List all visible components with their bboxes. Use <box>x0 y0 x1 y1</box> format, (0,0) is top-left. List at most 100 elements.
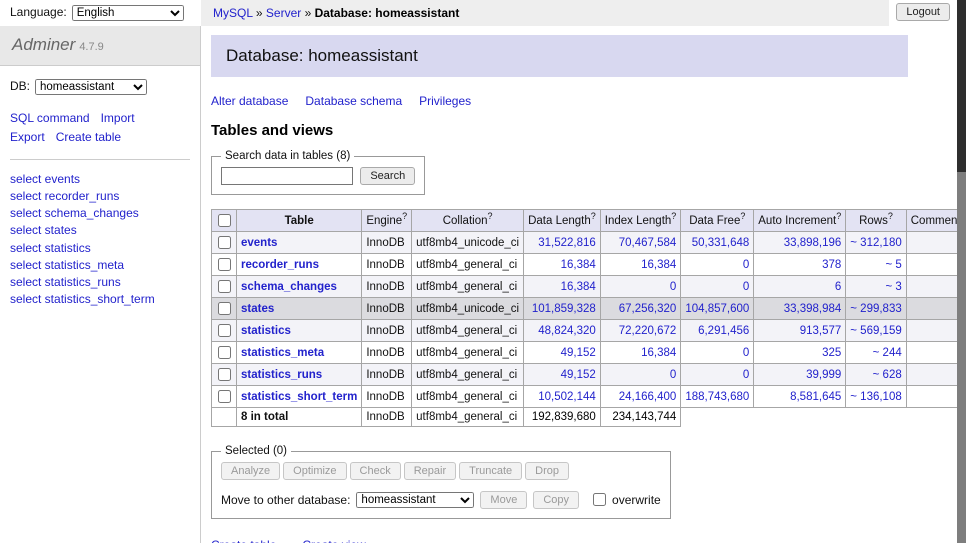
search-button[interactable]: Search <box>360 167 415 185</box>
scrollbar-thumb[interactable] <box>957 0 966 172</box>
column-help-icon[interactable]: ? <box>402 211 407 221</box>
cell-data-free[interactable]: 0 <box>681 364 754 386</box>
language-select[interactable]: English <box>72 5 184 21</box>
create-table-link[interactable]: Create table <box>211 538 276 543</box>
bulk-drop-button[interactable]: Drop <box>525 462 569 480</box>
column-help-icon[interactable]: ? <box>740 211 745 221</box>
sidebar-select-statistics-meta[interactable]: select statistics_meta <box>10 257 190 274</box>
sidebar-action-import[interactable]: Import <box>101 111 135 125</box>
sidebar-select-recorder-runs[interactable]: select recorder_runs <box>10 188 190 205</box>
sidebar-action-sql-command[interactable]: SQL command <box>10 111 90 125</box>
sidebar-select-schema-changes[interactable]: select schema_changes <box>10 205 190 222</box>
row-checkbox[interactable] <box>218 390 231 403</box>
page-scrollbar[interactable] <box>957 0 966 543</box>
cell-rows[interactable]: ~ 244 <box>846 342 906 364</box>
table-name-link[interactable]: events <box>241 237 277 249</box>
sidebar-select-events[interactable]: select events <box>10 171 190 188</box>
sidebar-select-statistics[interactable]: select statistics <box>10 240 190 257</box>
row-checkbox[interactable] <box>218 368 231 381</box>
column-help-icon[interactable]: ? <box>591 211 596 221</box>
cell-data-length[interactable]: 101,859,328 <box>524 298 601 320</box>
row-checkbox[interactable] <box>218 346 231 359</box>
cell-data-free[interactable]: 0 <box>681 342 754 364</box>
column-help-icon[interactable]: ? <box>888 211 893 221</box>
table-name-link[interactable]: statistics_short_term <box>241 391 357 403</box>
cell-data-length[interactable]: 16,384 <box>524 276 601 298</box>
sidebar-action-export[interactable]: Export <box>10 130 45 144</box>
column-help-icon[interactable]: ? <box>836 211 841 221</box>
cell-data-length[interactable]: 31,522,816 <box>524 232 601 254</box>
bulk-truncate-button[interactable]: Truncate <box>459 462 522 480</box>
cell-index-length[interactable]: 67,256,320 <box>600 298 681 320</box>
cell-data-free[interactable]: 188,743,680 <box>681 386 754 408</box>
cell-data-free[interactable]: 104,857,600 <box>681 298 754 320</box>
cell-data-length[interactable]: 16,384 <box>524 254 601 276</box>
overwrite-checkbox[interactable] <box>593 493 606 506</box>
cell-auto-increment[interactable]: 325 <box>754 342 846 364</box>
logout-button[interactable]: Logout <box>896 3 950 21</box>
bulk-check-button[interactable]: Check <box>350 462 401 480</box>
cell-auto-increment[interactable]: 33,398,984 <box>754 298 846 320</box>
table-name-link[interactable]: statistics <box>241 325 291 337</box>
row-checkbox[interactable] <box>218 302 231 315</box>
search-input[interactable] <box>221 167 353 185</box>
cell-data-free[interactable]: 6,291,456 <box>681 320 754 342</box>
column-help-icon[interactable]: ? <box>487 211 492 221</box>
table-name-link[interactable]: states <box>241 303 274 315</box>
cell-data-length[interactable]: 10,502,144 <box>524 386 601 408</box>
table-name-link[interactable]: recorder_runs <box>241 259 319 271</box>
db-nav-database-schema[interactable]: Database schema <box>305 94 402 108</box>
cell-rows[interactable]: ~ 299,833 <box>846 298 906 320</box>
sidebar-select-statistics-short-term[interactable]: select statistics_short_term <box>10 291 190 308</box>
cell-rows[interactable]: ~ 628 <box>846 364 906 386</box>
cell-auto-increment[interactable]: 33,898,196 <box>754 232 846 254</box>
cell-rows[interactable]: ~ 136,108 <box>846 386 906 408</box>
move-button[interactable]: Move <box>480 491 527 509</box>
cell-index-length[interactable]: 0 <box>600 364 681 386</box>
table-name-link[interactable]: statistics_meta <box>241 347 324 359</box>
cell-auto-increment[interactable]: 39,999 <box>754 364 846 386</box>
cell-rows[interactable]: ~ 569,159 <box>846 320 906 342</box>
cell-index-length[interactable]: 24,166,400 <box>600 386 681 408</box>
breadcrumb-link-server[interactable]: Server <box>266 6 301 20</box>
sidebar-select-states[interactable]: select states <box>10 222 190 239</box>
column-help-icon[interactable]: ? <box>671 211 676 221</box>
cell-auto-increment[interactable]: 378 <box>754 254 846 276</box>
cell-index-length[interactable]: 0 <box>600 276 681 298</box>
sidebar-select-statistics-runs[interactable]: select statistics_runs <box>10 274 190 291</box>
row-checkbox[interactable] <box>218 324 231 337</box>
cell-data-length[interactable]: 49,152 <box>524 364 601 386</box>
cell-auto-increment[interactable]: 6 <box>754 276 846 298</box>
copy-button[interactable]: Copy <box>533 491 579 509</box>
cell-rows[interactable]: ~ 5 <box>846 254 906 276</box>
cell-index-length[interactable]: 16,384 <box>600 342 681 364</box>
bulk-repair-button[interactable]: Repair <box>404 462 456 480</box>
row-checkbox[interactable] <box>218 236 231 249</box>
create-view-link[interactable]: Create view <box>302 538 365 543</box>
db-select[interactable]: homeassistant <box>35 79 147 95</box>
breadcrumb-link-mysql[interactable]: MySQL <box>213 6 253 20</box>
sidebar-action-create-table[interactable]: Create table <box>56 130 121 144</box>
cell-index-length[interactable]: 16,384 <box>600 254 681 276</box>
cell-auto-increment[interactable]: 8,581,645 <box>754 386 846 408</box>
select-all-checkbox[interactable] <box>218 214 231 227</box>
cell-index-length[interactable]: 72,220,672 <box>600 320 681 342</box>
cell-index-length[interactable]: 70,467,584 <box>600 232 681 254</box>
cell-auto-increment[interactable]: 913,577 <box>754 320 846 342</box>
cell-rows[interactable]: ~ 312,180 <box>846 232 906 254</box>
cell-data-free[interactable]: 0 <box>681 254 754 276</box>
move-db-select[interactable]: homeassistant <box>356 492 474 508</box>
cell-data-free[interactable]: 0 <box>681 276 754 298</box>
cell-data-length[interactable]: 49,152 <box>524 342 601 364</box>
row-checkbox[interactable] <box>218 258 231 271</box>
cell-rows[interactable]: ~ 3 <box>846 276 906 298</box>
db-nav-privileges[interactable]: Privileges <box>419 94 471 108</box>
db-nav-alter-database[interactable]: Alter database <box>211 94 288 108</box>
table-name-link[interactable]: schema_changes <box>241 281 337 293</box>
table-name-link[interactable]: statistics_runs <box>241 369 322 381</box>
cell-data-length[interactable]: 48,824,320 <box>524 320 601 342</box>
row-checkbox[interactable] <box>218 280 231 293</box>
bulk-analyze-button[interactable]: Analyze <box>221 462 280 480</box>
cell-data-free[interactable]: 50,331,648 <box>681 232 754 254</box>
bulk-optimize-button[interactable]: Optimize <box>283 462 346 480</box>
